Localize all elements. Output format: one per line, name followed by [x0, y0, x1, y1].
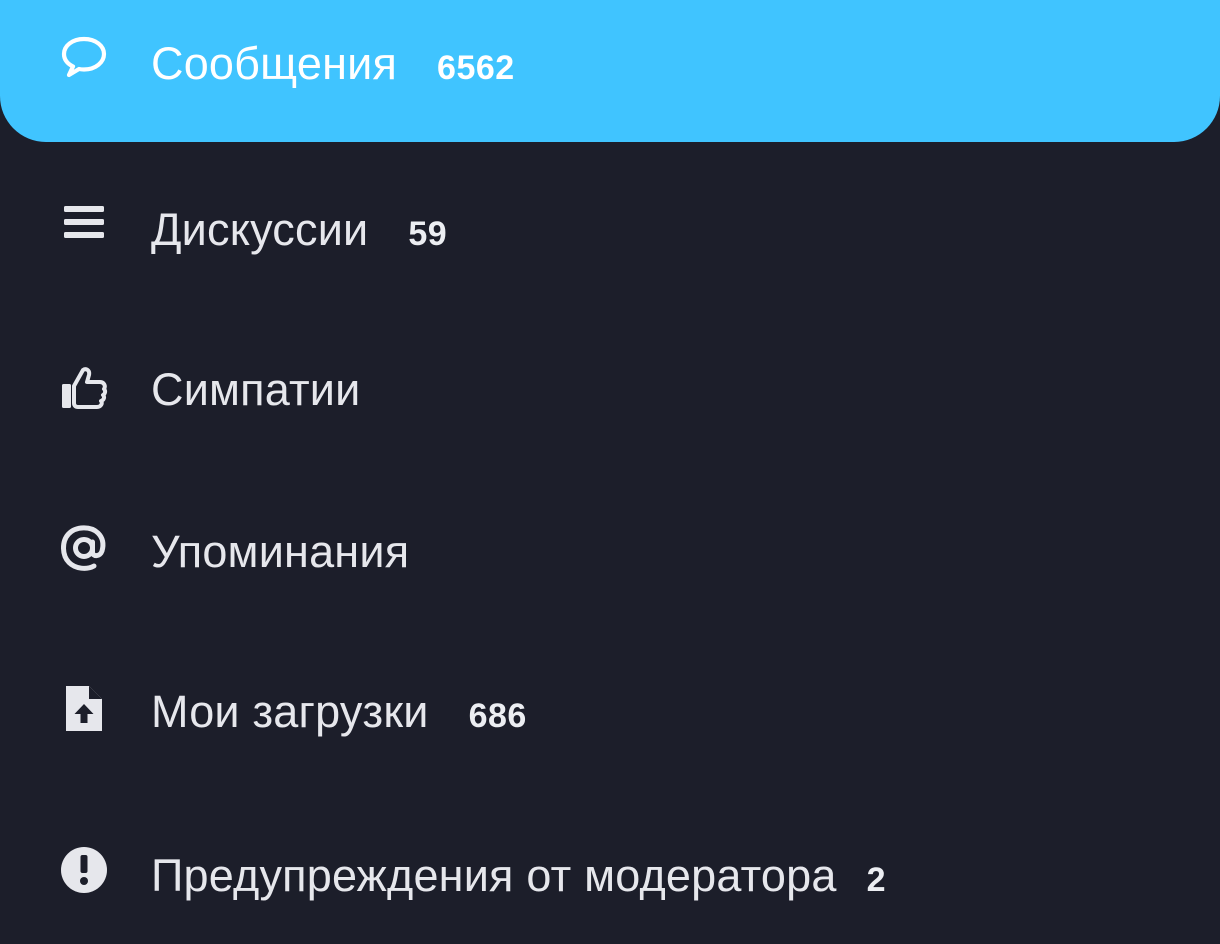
menu-item-discussions[interactable]: Дискуссии 59 [0, 158, 1220, 306]
menu-item-label: Упоминания [151, 526, 410, 577]
discussions-count: 59 [408, 215, 448, 253]
at-sign-icon [58, 522, 110, 574]
file-upload-icon [58, 682, 110, 734]
profile-menu: Сообщения 6562 Дискуссии 59 Симпатии Упо… [0, 0, 1220, 944]
exclamation-circle-icon [58, 844, 110, 896]
warnings-count: 2 [866, 861, 887, 899]
menu-item-label: Предупреждения от модератора 2 [151, 850, 887, 901]
menu-item-label: Мои загрузки 686 [151, 686, 527, 737]
menu-item-mentions[interactable]: Упоминания [0, 478, 1220, 626]
uploads-count: 686 [468, 697, 527, 735]
menu-item-messages[interactable]: Сообщения 6562 [0, 0, 1220, 142]
menu-item-label: Дискуссии 59 [151, 204, 448, 255]
list-icon [58, 198, 110, 250]
chat-bubble-icon [58, 31, 110, 83]
thumbs-up-icon [58, 362, 110, 414]
menu-item-warnings[interactable]: Предупреждения от модератора 2 [0, 798, 1220, 944]
messages-count: 6562 [437, 49, 515, 87]
menu-item-uploads[interactable]: Мои загрузки 686 [0, 638, 1220, 786]
menu-item-label: Симпатии [151, 364, 361, 415]
menu-item-likes[interactable]: Симпатии [0, 318, 1220, 466]
menu-item-label: Сообщения 6562 [151, 38, 515, 89]
